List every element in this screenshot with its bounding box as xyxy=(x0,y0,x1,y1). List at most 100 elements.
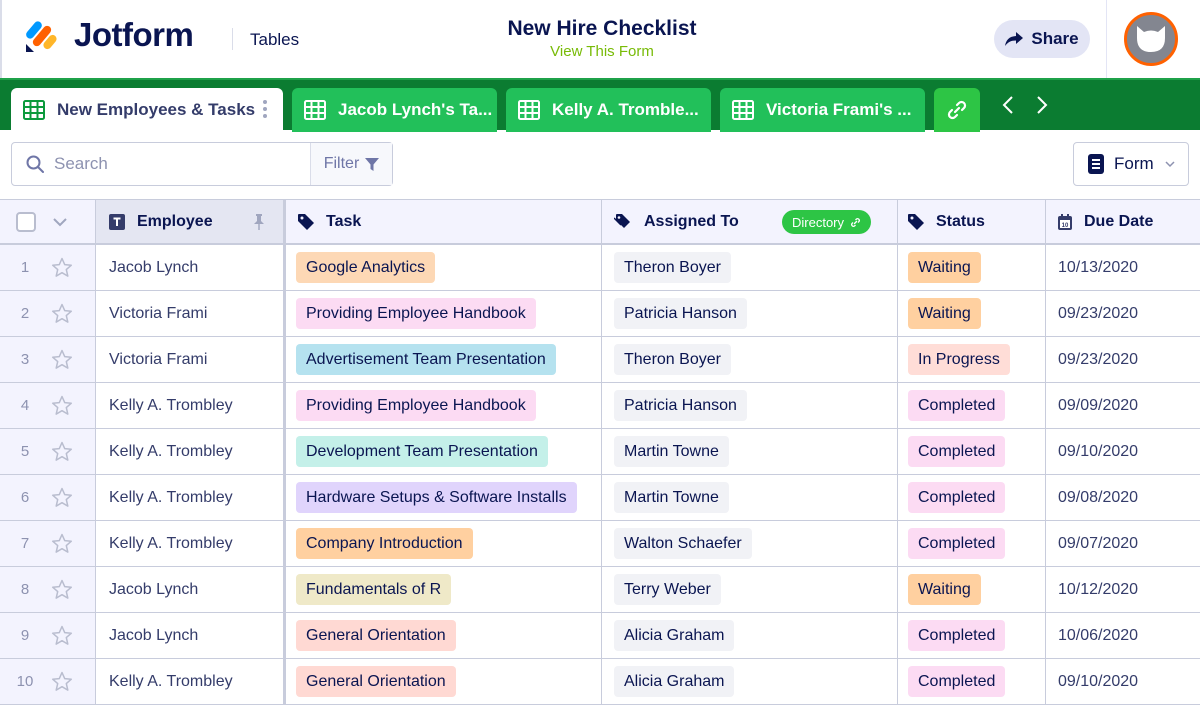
status-cell[interactable]: Waiting xyxy=(898,245,1046,290)
due-date-cell[interactable]: 10/13/2020 xyxy=(1046,245,1200,290)
due-date-cell[interactable]: 09/10/2020 xyxy=(1046,659,1200,704)
due-date-cell[interactable]: 09/23/2020 xyxy=(1046,291,1200,336)
due-date-cell[interactable]: 09/07/2020 xyxy=(1046,521,1200,566)
employee-cell[interactable]: Kelly A. Trombley xyxy=(96,475,286,520)
column-header-assigned-to[interactable]: Assigned To Directory xyxy=(602,200,898,243)
pin-icon[interactable] xyxy=(253,213,265,230)
column-header-status[interactable]: Status xyxy=(898,200,1046,243)
table-row[interactable]: 5 Kelly A. Trombley Development Team Pre… xyxy=(0,429,1200,475)
employee-cell[interactable]: Victoria Frami xyxy=(96,291,286,336)
star-icon[interactable] xyxy=(50,533,74,554)
table-row[interactable]: 6 Kelly A. Trombley Hardware Setups & So… xyxy=(0,475,1200,521)
star-icon[interactable] xyxy=(50,441,74,462)
assigned-to-cell[interactable]: Terry Weber xyxy=(602,567,898,612)
search-input[interactable] xyxy=(54,154,294,174)
table-row[interactable]: 3 Victoria Frami Advertisement Team Pres… xyxy=(0,337,1200,383)
user-avatar[interactable] xyxy=(1124,12,1178,66)
employee-cell[interactable]: Kelly A. Trombley xyxy=(96,659,286,704)
status-cell[interactable]: Completed xyxy=(898,475,1046,520)
tab-jacob-lynch[interactable]: Jacob Lynch's Ta... xyxy=(292,88,497,132)
employee-cell[interactable]: Kelly A. Trombley xyxy=(96,383,286,428)
task-cell[interactable]: Google Analytics xyxy=(286,245,602,290)
table-row[interactable]: 9 Jacob Lynch General Orientation Alicia… xyxy=(0,613,1200,659)
status-cell[interactable]: Completed xyxy=(898,383,1046,428)
star-icon[interactable] xyxy=(50,625,74,646)
task-cell[interactable]: General Orientation xyxy=(286,613,602,658)
table-row[interactable]: 8 Jacob Lynch Fundamentals of R Terry We… xyxy=(0,567,1200,613)
employee-cell[interactable]: Victoria Frami xyxy=(96,337,286,382)
tab-more-icon[interactable] xyxy=(263,100,267,118)
star-icon[interactable] xyxy=(50,487,74,508)
task-cell[interactable]: Hardware Setups & Software Installs xyxy=(286,475,602,520)
assigned-to-cell[interactable]: Theron Boyer xyxy=(602,245,898,290)
assigned-to-cell[interactable]: Martin Towne xyxy=(602,475,898,520)
task-cell[interactable]: Company Introduction xyxy=(286,521,602,566)
linked-tab-button[interactable] xyxy=(934,88,980,132)
select-all-checkbox[interactable] xyxy=(16,211,36,232)
task-cell[interactable]: Fundamentals of R xyxy=(286,567,602,612)
status-cell[interactable]: Completed xyxy=(898,521,1046,566)
task-cell[interactable]: Providing Employee Handbook xyxy=(286,291,602,336)
employee-cell[interactable]: Kelly A. Trombley xyxy=(96,429,286,474)
directory-badge[interactable]: Directory xyxy=(782,210,872,234)
assigned-to-cell[interactable]: Martin Towne xyxy=(602,429,898,474)
status-cell[interactable]: Completed xyxy=(898,429,1046,474)
status-cell[interactable]: In Progress xyxy=(898,337,1046,382)
tabs-prev-button[interactable] xyxy=(996,90,1020,120)
filter-button[interactable]: Filter xyxy=(310,143,392,185)
brand-name[interactable]: Jotform xyxy=(74,16,194,54)
task-cell[interactable]: Advertisement Team Presentation xyxy=(286,337,602,382)
due-date-cell[interactable]: 09/09/2020 xyxy=(1046,383,1200,428)
assigned-to-cell[interactable]: Alicia Graham xyxy=(602,613,898,658)
view-form-link[interactable]: View This Form xyxy=(402,42,802,62)
star-icon[interactable] xyxy=(50,671,74,692)
task-chip: Advertisement Team Presentation xyxy=(296,344,556,375)
due-date-cell[interactable]: 09/08/2020 xyxy=(1046,475,1200,520)
tab-label: Jacob Lynch's Ta... xyxy=(338,100,493,119)
table-row[interactable]: 10 Kelly A. Trombley General Orientation… xyxy=(0,659,1200,705)
form-view-dropdown[interactable]: Form xyxy=(1073,142,1189,186)
star-icon[interactable] xyxy=(50,349,74,370)
table-row[interactable]: 7 Kelly A. Trombley Company Introduction… xyxy=(0,521,1200,567)
employee-name: Kelly A. Trombley xyxy=(109,672,233,690)
share-button[interactable]: Share xyxy=(994,20,1090,58)
employee-cell[interactable]: Jacob Lynch xyxy=(96,245,286,290)
star-icon[interactable] xyxy=(50,395,74,416)
assigned-to-cell[interactable]: Alicia Graham xyxy=(602,659,898,704)
tabs-next-button[interactable] xyxy=(1030,90,1054,120)
star-icon[interactable] xyxy=(50,579,74,600)
table-row[interactable]: 4 Kelly A. Trombley Providing Employee H… xyxy=(0,383,1200,429)
employee-cell[interactable]: Jacob Lynch xyxy=(96,613,286,658)
table-row[interactable]: 2 Victoria Frami Providing Employee Hand… xyxy=(0,291,1200,337)
status-cell[interactable]: Completed xyxy=(898,659,1046,704)
assigned-to-cell[interactable]: Patricia Hanson xyxy=(602,383,898,428)
task-cell[interactable]: Providing Employee Handbook xyxy=(286,383,602,428)
table-grid-icon xyxy=(518,100,540,120)
assigned-to-cell[interactable]: Theron Boyer xyxy=(602,337,898,382)
due-date-cell[interactable]: 10/12/2020 xyxy=(1046,567,1200,612)
tab-victoria-frami[interactable]: Victoria Frami's ... xyxy=(720,88,925,132)
column-header-task[interactable]: Task xyxy=(286,200,602,243)
tab-kelly-trombley[interactable]: Kelly A. Tromble... xyxy=(506,88,711,132)
task-cell[interactable]: Development Team Presentation xyxy=(286,429,602,474)
table-row[interactable]: 1 Jacob Lynch Google Analytics Theron Bo… xyxy=(0,245,1200,291)
star-icon[interactable] xyxy=(50,303,74,324)
column-header-due-date[interactable]: 10 Due Date xyxy=(1046,200,1200,243)
row-selector-cell: 3 xyxy=(0,337,96,382)
chevron-down-icon[interactable] xyxy=(52,217,68,227)
task-cell[interactable]: General Orientation xyxy=(286,659,602,704)
status-cell[interactable]: Waiting xyxy=(898,291,1046,336)
tab-new-employees-tasks[interactable]: New Employees & Tasks xyxy=(11,88,283,132)
star-icon[interactable] xyxy=(50,257,74,278)
employee-cell[interactable]: Kelly A. Trombley xyxy=(96,521,286,566)
product-name[interactable]: Tables xyxy=(250,30,299,50)
column-header-employee[interactable]: Employee xyxy=(96,200,286,243)
due-date-cell[interactable]: 10/06/2020 xyxy=(1046,613,1200,658)
due-date-cell[interactable]: 09/10/2020 xyxy=(1046,429,1200,474)
assigned-to-cell[interactable]: Walton Schaefer xyxy=(602,521,898,566)
status-cell[interactable]: Completed xyxy=(898,613,1046,658)
due-date-cell[interactable]: 09/23/2020 xyxy=(1046,337,1200,382)
assigned-to-cell[interactable]: Patricia Hanson xyxy=(602,291,898,336)
employee-cell[interactable]: Jacob Lynch xyxy=(96,567,286,612)
status-cell[interactable]: Waiting xyxy=(898,567,1046,612)
